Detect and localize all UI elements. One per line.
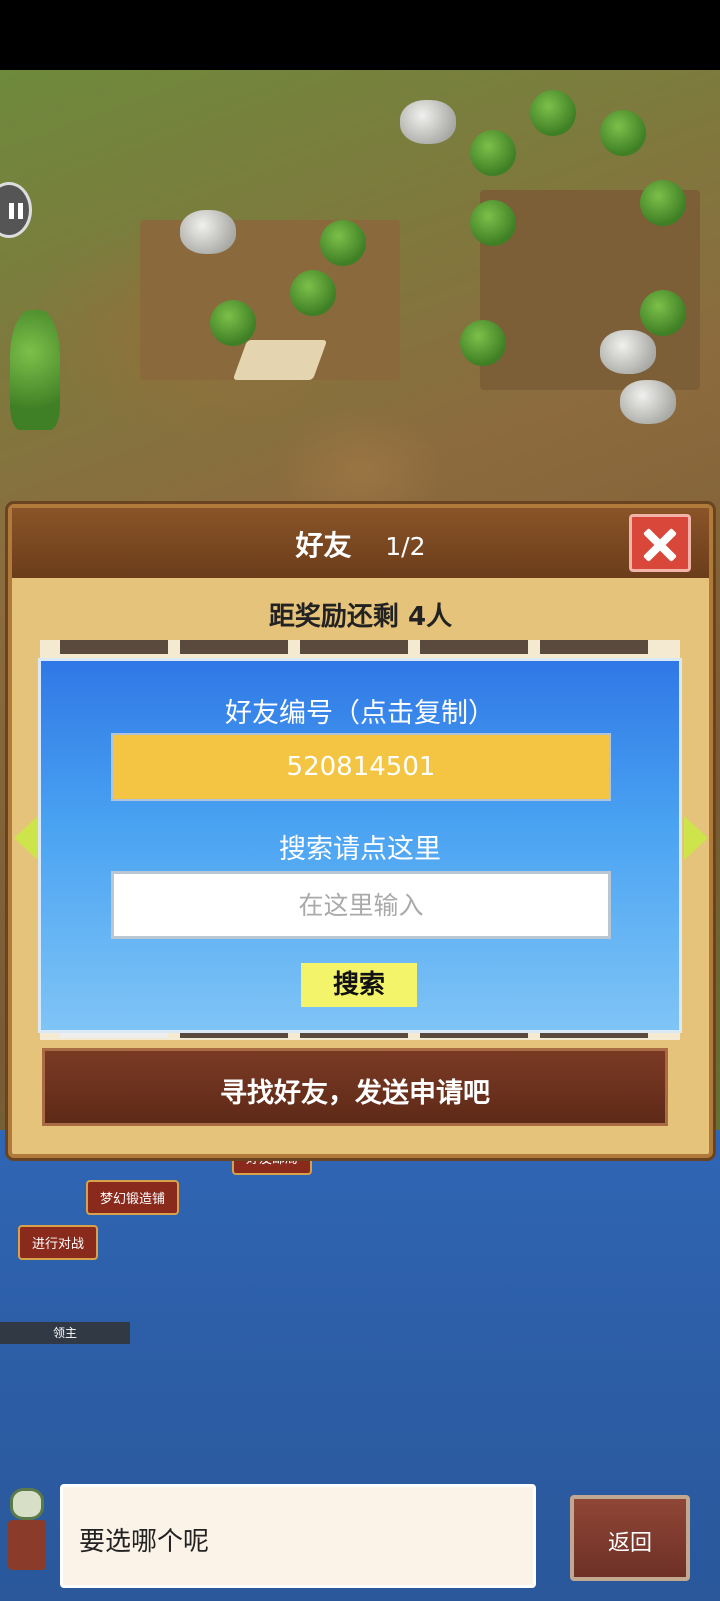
map-label-battle[interactable]: 进行对战 <box>18 1225 99 1260</box>
search-input[interactable] <box>111 871 611 939</box>
panel-header: 好友 1/2 <box>12 508 709 578</box>
rock <box>600 330 656 374</box>
grid-tab <box>60 640 168 654</box>
grid-tab <box>300 640 408 654</box>
dialog-box: 要选哪个呢 <box>60 1484 536 1588</box>
tree <box>470 200 516 246</box>
back-button-label: 返回 <box>607 1531 652 1556</box>
close-button[interactable] <box>629 514 691 572</box>
status-bar <box>0 0 720 70</box>
panel-title: 好友 1/2 <box>12 524 709 564</box>
tree <box>290 270 336 316</box>
rock <box>620 380 676 424</box>
find-friend-text: 寻找好友，发送申请吧 <box>220 1078 490 1109</box>
grid-tab <box>540 640 648 654</box>
search-hint: 搜索请点这里 <box>279 834 441 865</box>
tree <box>10 310 60 430</box>
rock <box>180 210 236 254</box>
tent <box>232 340 328 380</box>
lord-label: 领主 <box>0 1322 130 1344</box>
back-button[interactable]: 返回 <box>570 1495 690 1581</box>
find-friend-bar[interactable]: 寻找好友，发送申请吧 <box>42 1048 668 1126</box>
friend-search-popup: 好友编号（点击复制） 520814501 搜索请点这里 搜索 <box>38 658 682 1033</box>
next-page-arrow-icon[interactable] <box>684 816 708 860</box>
tree <box>460 320 506 366</box>
tree <box>600 110 646 156</box>
page-indicator: 1/2 <box>385 532 426 561</box>
tree <box>530 90 576 136</box>
friend-id-value[interactable]: 520814501 <box>111 733 611 801</box>
reward-remaining: 距奖励还剩 4人 <box>268 602 453 632</box>
tree <box>470 130 516 176</box>
tree <box>320 220 366 266</box>
tree <box>640 180 686 226</box>
friend-id-label: 好友编号（点击复制） <box>225 698 495 729</box>
search-button[interactable]: 搜索 <box>301 963 417 1007</box>
prev-page-arrow-icon[interactable] <box>14 816 38 860</box>
rock <box>400 100 456 144</box>
grid-tab <box>180 640 288 654</box>
grid-tab <box>420 640 528 654</box>
tree <box>210 300 256 346</box>
dialog-text: 要选哪个呢 <box>79 1527 210 1557</box>
avatar <box>0 1478 54 1588</box>
panel-title-text: 好友 <box>295 529 352 562</box>
map-label-forge[interactable]: 梦幻锻造铺 <box>86 1180 180 1215</box>
tree <box>640 290 686 336</box>
